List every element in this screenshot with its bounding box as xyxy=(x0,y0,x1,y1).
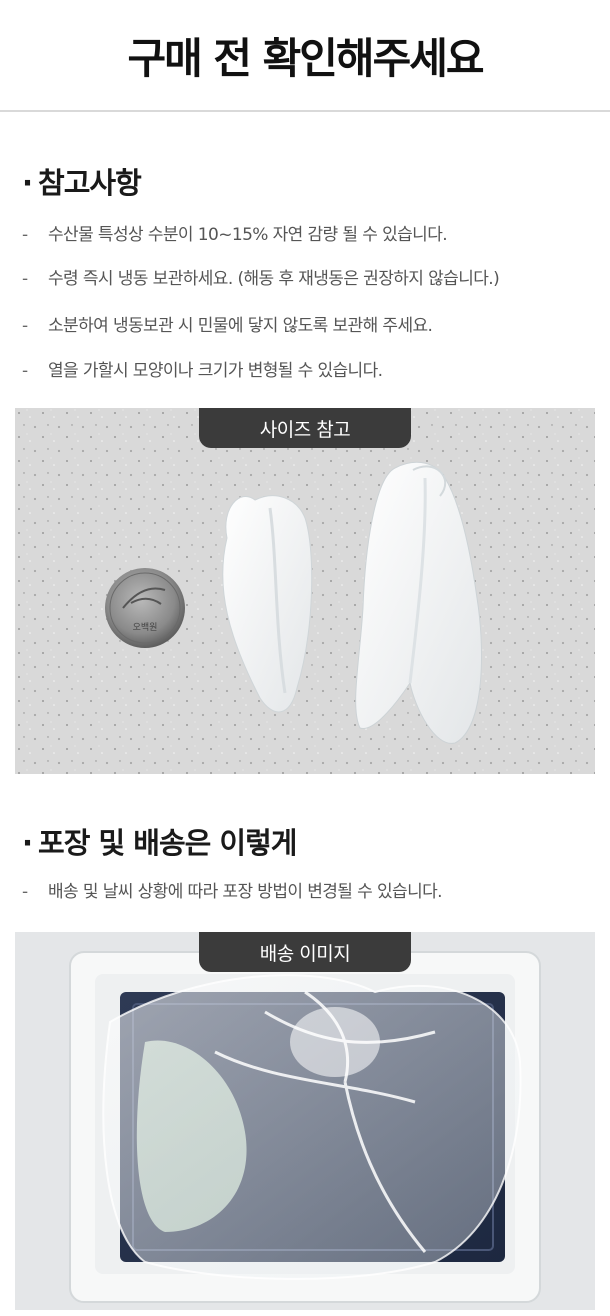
bullet-dot: · xyxy=(22,166,33,200)
note-item: - 수산물 특성상 수분이 10~15% 자연 감량 될 수 있습니다. xyxy=(22,220,602,245)
note-item: - 열을 가할시 모양이나 크기가 변형될 수 있습니다. xyxy=(22,356,602,381)
plastic-knot xyxy=(290,1007,380,1077)
section-title-text: 참고사항 xyxy=(38,166,142,200)
note-text: 배송 및 날씨 상황에 따라 포장 방법이 변경될 수 있습니다. xyxy=(48,882,443,902)
size-reference-photo: 오백원 사이즈 참고 xyxy=(15,408,595,774)
note-item: - 소분하여 냉동보관 시 민물에 닿지 않도록 보관해 주세요. xyxy=(22,311,602,336)
section-title-text: 포장 및 배송은 이렇게 xyxy=(38,826,297,860)
section-title-notes: · 참고사항 xyxy=(22,160,142,202)
note-item: - 수령 즉시 냉동 보관하세요. (해동 후 재냉동은 권장하지 않습니다.) xyxy=(22,264,602,289)
note-text: 열을 가할시 모양이나 크기가 변형될 수 있습니다. xyxy=(48,361,383,381)
coin-text: 오백원 xyxy=(133,622,158,633)
dash-marker: - xyxy=(22,225,28,245)
note-text: 수산물 특성상 수분이 10~15% 자연 감량 될 수 있습니다. xyxy=(48,225,448,245)
note-text: 소분하여 냉동보관 시 민물에 닿지 않도록 보관해 주세요. xyxy=(48,316,433,336)
dash-marker: - xyxy=(22,316,28,336)
dash-marker: - xyxy=(22,361,28,381)
packaging-photo: 배송 이미지 xyxy=(15,932,595,1310)
note-text: 수령 즉시 냉동 보관하세요. (해동 후 재냉동은 권장하지 않습니다.) xyxy=(48,269,500,289)
size-reference-image: 오백원 xyxy=(15,408,595,774)
image-badge: 사이즈 참고 xyxy=(199,408,411,448)
bullet-dot: · xyxy=(22,826,33,860)
coin-icon: 오백원 xyxy=(105,568,185,648)
page-title: 구매 전 확인해주세요 xyxy=(127,33,484,83)
dash-marker: - xyxy=(22,269,28,289)
image-badge: 배송 이미지 xyxy=(199,932,411,972)
page-header: 구매 전 확인해주세요 xyxy=(0,0,610,112)
section-title-packaging: · 포장 및 배송은 이렇게 xyxy=(22,820,297,862)
dash-marker: - xyxy=(22,882,28,902)
note-item: - 배송 및 날씨 상황에 따라 포장 방법이 변경될 수 있습니다. xyxy=(22,877,602,902)
packaging-image xyxy=(15,932,595,1310)
